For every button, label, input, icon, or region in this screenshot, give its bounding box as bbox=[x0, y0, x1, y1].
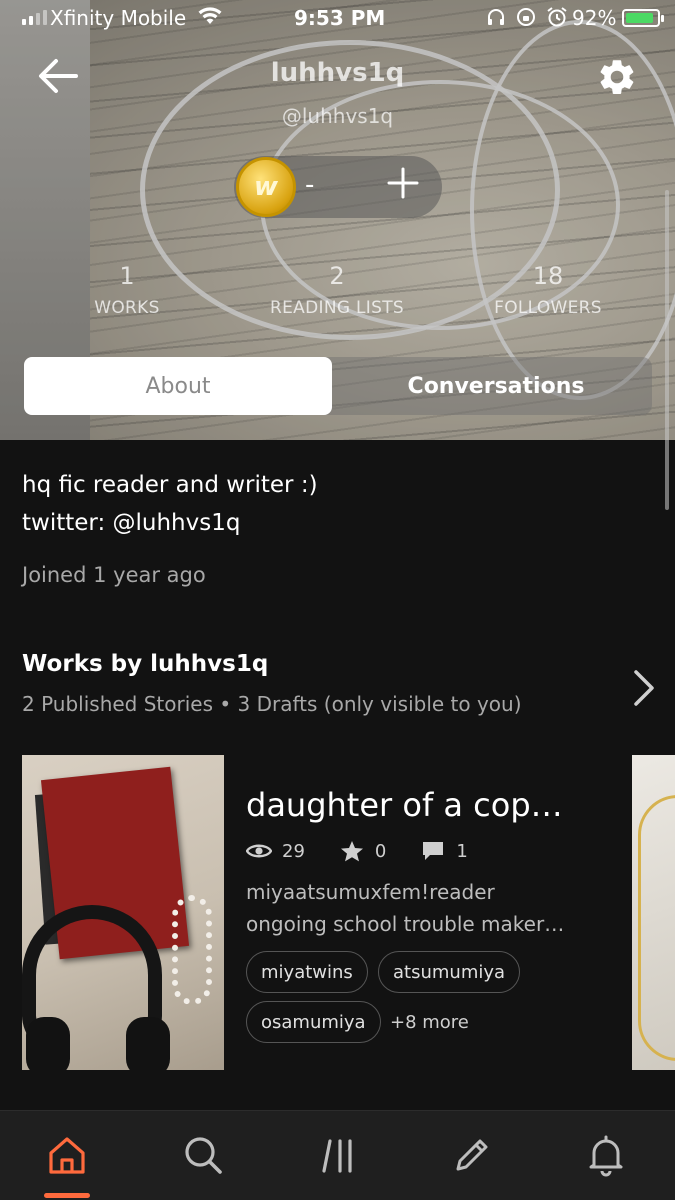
works-heading[interactable]: Works by luhhvs1q bbox=[22, 651, 268, 677]
coin-icon: w bbox=[236, 157, 296, 217]
stat-followers[interactable]: 18 FOLLOWERS bbox=[488, 262, 608, 318]
write-icon[interactable] bbox=[450, 1133, 494, 1177]
story-votes: 0 bbox=[374, 840, 387, 862]
active-tab-indicator bbox=[44, 1193, 90, 1198]
profile-username-title: luhhvs1q bbox=[270, 58, 405, 88]
clock: 9:53 PM bbox=[294, 6, 386, 30]
profile-tabs: About Conversations bbox=[24, 357, 652, 415]
story-stats: 29 0 1 bbox=[246, 838, 502, 864]
next-story-cover[interactable] bbox=[632, 755, 675, 1070]
story-cover-image[interactable] bbox=[22, 755, 224, 1070]
story-tag[interactable]: atsumumiya bbox=[378, 951, 521, 993]
story-tag[interactable]: miyatwins bbox=[246, 951, 368, 993]
stat-works[interactable]: 1 WORKS bbox=[82, 262, 172, 318]
carrier-name: Xfinity Mobile bbox=[50, 6, 187, 30]
search-icon[interactable] bbox=[181, 1133, 225, 1177]
story-reads: 29 bbox=[282, 840, 305, 862]
stat-reading-lists[interactable]: 2 READING LISTS bbox=[262, 262, 412, 318]
scrollbar[interactable] bbox=[665, 190, 669, 510]
profile-stats: 1 WORKS 2 READING LISTS 18 FOLLOWERS bbox=[0, 262, 675, 332]
wifi-icon bbox=[198, 7, 222, 24]
alarm-icon bbox=[547, 7, 567, 27]
joined-date: Joined 1 year ago bbox=[22, 563, 206, 587]
battery-percent: 92% bbox=[572, 6, 617, 30]
headphones-icon bbox=[488, 9, 504, 25]
chevron-right-icon[interactable] bbox=[626, 668, 660, 708]
status-bar: Xfinity Mobile 9:53 PM 92% bbox=[0, 0, 675, 38]
story-description: miyaatsumuxfem!reader ongoing school tro… bbox=[246, 880, 565, 936]
story-comments: 1 bbox=[456, 840, 468, 862]
story-title[interactable]: daughter of a cop… bbox=[246, 786, 563, 824]
story-tag[interactable]: osamumiya bbox=[246, 1001, 381, 1043]
star-icon bbox=[340, 841, 363, 862]
plus-icon[interactable] bbox=[386, 166, 420, 200]
rotation-lock-icon bbox=[517, 8, 535, 26]
bottom-navigation bbox=[0, 1110, 675, 1200]
profile-bio: hq fic reader and writer :) twitter: @lu… bbox=[22, 472, 318, 536]
comment-icon bbox=[423, 842, 444, 860]
battery-icon bbox=[622, 9, 664, 27]
eye-icon bbox=[246, 844, 272, 858]
coin-balance: - bbox=[305, 170, 315, 200]
tab-about[interactable]: About bbox=[24, 357, 332, 415]
more-tags-link[interactable]: +8 more bbox=[390, 1012, 469, 1033]
profile-handle: @luhhvs1q bbox=[281, 104, 394, 128]
works-subheading: 2 Published Stories • 3 Drafts (only vis… bbox=[22, 692, 522, 716]
notifications-icon[interactable] bbox=[584, 1133, 628, 1177]
battery-fill bbox=[626, 13, 654, 23]
tab-conversations[interactable]: Conversations bbox=[342, 357, 650, 415]
home-icon[interactable] bbox=[45, 1133, 89, 1177]
library-icon[interactable] bbox=[318, 1133, 362, 1177]
cellular-signal-icon bbox=[22, 10, 47, 25]
profile-header: Xfinity Mobile 9:53 PM 92% luhhvs1q @luh… bbox=[0, 0, 675, 440]
